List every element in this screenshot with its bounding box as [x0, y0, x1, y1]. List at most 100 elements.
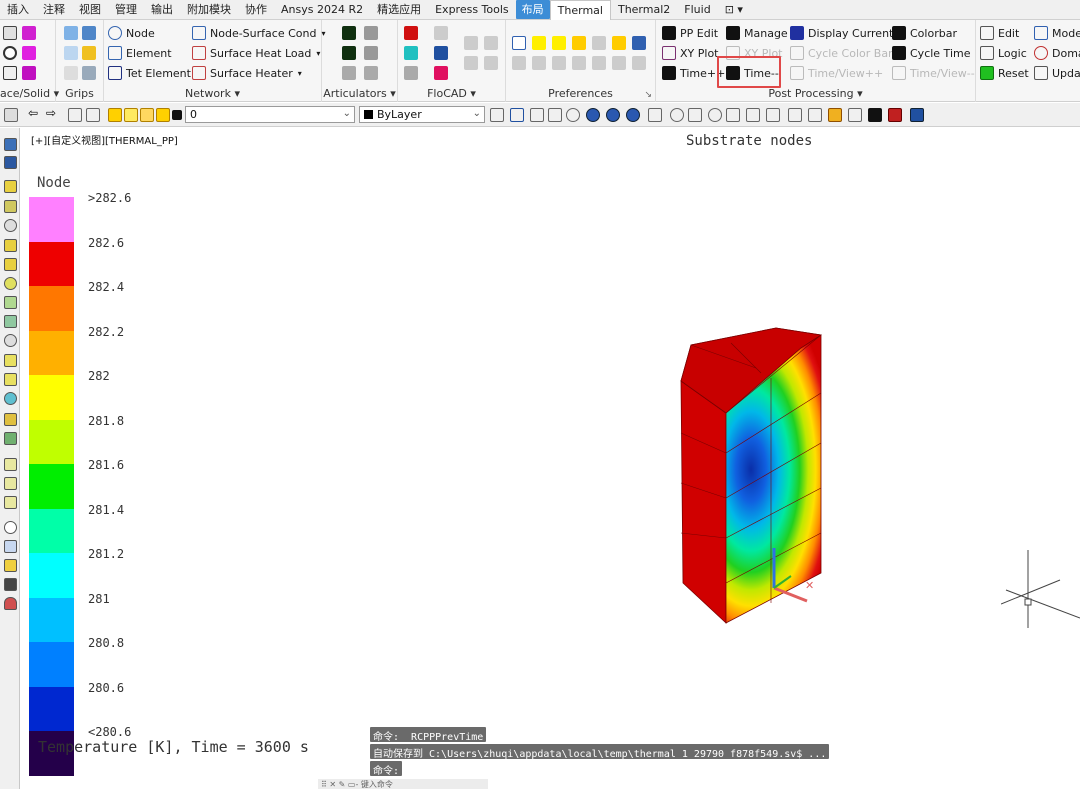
command-prompt[interactable]: 命令: — [370, 761, 403, 777]
torus-icon[interactable] — [22, 66, 36, 80]
side-tool-21-icon[interactable] — [4, 540, 17, 553]
view-tool-1-icon[interactable] — [530, 108, 544, 122]
assembly-icon[interactable] — [342, 66, 356, 80]
redo-icon[interactable]: ⇨ — [46, 106, 60, 120]
side-tool-4-icon[interactable] — [4, 200, 17, 213]
pref-load-icon[interactable] — [612, 36, 626, 50]
articulator-icon[interactable] — [342, 26, 356, 40]
tab-layout[interactable]: 布局 — [515, 0, 550, 19]
view-tool-9-icon[interactable] — [910, 108, 924, 122]
linetype-dropdown[interactable]: ByLayer ⌄ — [359, 106, 485, 123]
group-title-network[interactable]: Network ▾ — [104, 87, 321, 100]
pref-misc-7-icon[interactable] — [632, 56, 646, 70]
articulator-edit-icon[interactable] — [364, 26, 378, 40]
zoom-window-icon[interactable] — [726, 108, 740, 122]
element-button[interactable]: Element — [108, 44, 172, 62]
tab-manage[interactable]: 管理 — [108, 0, 144, 19]
side-tool-6-icon[interactable] — [4, 239, 17, 252]
path-icon[interactable] — [434, 26, 448, 40]
pref-misc-6-icon[interactable] — [612, 56, 626, 70]
node-button[interactable]: Node — [108, 24, 155, 42]
cylinder-icon[interactable] — [3, 46, 17, 60]
view-tool-2-icon[interactable] — [548, 108, 562, 122]
pref-misc-3-icon[interactable] — [552, 56, 566, 70]
model-button[interactable]: Mode — [1034, 24, 1080, 42]
substrate-model[interactable]: ✕ — [671, 323, 851, 628]
layer-dropdown[interactable]: 0 ⌄ — [185, 106, 355, 123]
tab-ansys[interactable]: Ansys 2024 R2 — [274, 0, 370, 19]
side-tool-11-icon[interactable] — [4, 334, 17, 347]
flocad-tool-2-icon[interactable] — [484, 36, 498, 50]
assembly-edit-icon[interactable] — [364, 66, 378, 80]
tie-icon[interactable] — [434, 46, 448, 60]
ucs-icon[interactable] — [788, 108, 802, 122]
side-tool-15-icon[interactable] — [4, 413, 17, 426]
grip-move-icon[interactable] — [82, 26, 96, 40]
tab-express-tools[interactable]: Express Tools — [428, 0, 516, 19]
side-tool-18-icon[interactable] — [4, 477, 17, 490]
surface-icon[interactable] — [3, 26, 17, 40]
fluid-submodel-icon[interactable] — [434, 66, 448, 80]
pref-surface-icon[interactable] — [532, 36, 546, 50]
solid-icon[interactable] — [22, 26, 36, 40]
pipe-icon[interactable] — [404, 46, 418, 60]
dialog-launcher-icon[interactable]: ↘ — [644, 90, 652, 100]
lock-icon[interactable] — [140, 108, 154, 122]
update-button[interactable]: Upda — [1034, 64, 1080, 82]
grip-off-icon[interactable] — [64, 66, 78, 80]
tracker-edit-icon[interactable] — [364, 46, 378, 60]
side-tool-12-icon[interactable] — [4, 354, 17, 367]
side-tool-3-icon[interactable] — [4, 180, 17, 193]
magnet-icon[interactable] — [4, 597, 17, 610]
flocad-tool-3-icon[interactable] — [464, 56, 478, 70]
color-swatch-icon[interactable] — [172, 110, 182, 120]
tet-element-button[interactable]: Tet Element — [108, 64, 191, 82]
zoom-previous-icon[interactable] — [766, 108, 780, 122]
grip-icon[interactable] — [64, 26, 78, 40]
chevron-down-icon[interactable]: ⌄ — [343, 108, 351, 119]
pref-conductor-icon[interactable] — [572, 36, 586, 50]
side-tool-23-icon[interactable] — [4, 578, 17, 591]
connector-icon[interactable] — [404, 66, 418, 80]
tab-view[interactable]: 视图 — [72, 0, 108, 19]
orbit-icon[interactable] — [670, 108, 684, 122]
cone-icon[interactable] — [22, 46, 36, 60]
colorbar-button[interactable]: Colorbar — [892, 24, 957, 42]
surface-heat-load-button[interactable]: Surface Heat Load ▾ — [192, 44, 320, 62]
group-title-articulators[interactable]: Articulators ▾ — [322, 87, 397, 100]
pref-heater-icon[interactable] — [592, 36, 606, 50]
side-tool-1-icon[interactable] — [4, 138, 17, 151]
time-view-next-button[interactable]: Time/View++ — [790, 64, 883, 82]
tracker-icon[interactable] — [342, 46, 356, 60]
manage-button[interactable]: Manage — [726, 24, 788, 42]
cycle-time-button[interactable]: Cycle Time — [892, 44, 970, 62]
layer-color-icon[interactable] — [156, 108, 170, 122]
reset-button[interactable]: Reset — [980, 64, 1029, 82]
side-tool-8-icon[interactable] — [4, 277, 17, 290]
view-tool-8-icon[interactable] — [888, 108, 902, 122]
view-tool-4-icon[interactable] — [648, 108, 662, 122]
undo-icon[interactable]: ⇦ — [28, 106, 42, 120]
pref-misc-5-icon[interactable] — [592, 56, 606, 70]
node-surface-cond-button[interactable]: Node-Surface Cond ▾ — [192, 24, 325, 42]
group-title-surface[interactable]: ace/Solid ▾ — [0, 87, 59, 100]
layer-manager-icon[interactable] — [68, 108, 82, 122]
side-tool-5-icon[interactable] — [4, 219, 17, 232]
shade-icon[interactable] — [586, 108, 600, 122]
properties-icon[interactable] — [490, 108, 504, 122]
zoom-icon[interactable] — [708, 108, 722, 122]
zoom-extents-icon[interactable] — [746, 108, 760, 122]
view-tool-6-icon[interactable] — [848, 108, 862, 122]
sphere-icon[interactable] — [3, 66, 17, 80]
tab-thermal[interactable]: Thermal — [549, 0, 611, 20]
bulb-icon[interactable] — [108, 108, 122, 122]
layer-state-icon[interactable] — [86, 108, 100, 122]
grip-edit-icon[interactable] — [82, 46, 96, 60]
group-title-flocad[interactable]: FloCAD ▾ — [398, 87, 505, 100]
chevron-down-icon[interactable]: ▾ — [316, 49, 320, 58]
drawing-viewport[interactable]: [+][自定义视图][THERMAL_PP] Substrate nodes N… — [21, 128, 1080, 789]
pref-node-icon[interactable] — [512, 36, 526, 50]
surface-heater-button[interactable]: Surface Heater ▾ — [192, 64, 302, 82]
logic-button[interactable]: Logic — [980, 44, 1027, 62]
view-tool-7-icon[interactable] — [868, 108, 882, 122]
